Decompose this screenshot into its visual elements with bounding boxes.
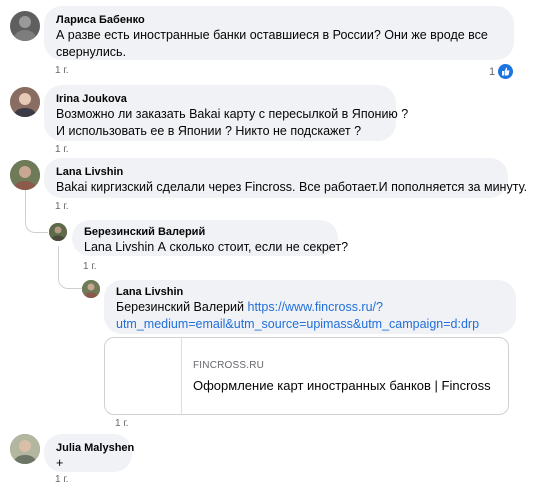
thread-line-lana bbox=[25, 190, 48, 233]
avatar-photo-icon bbox=[10, 160, 40, 190]
url-link[interactable]: https://www.fincross.ru/? bbox=[248, 300, 383, 314]
link-preview-card[interactable]: FINCROSS.RU Оформление карт иностранных … bbox=[104, 337, 509, 415]
comment-time[interactable]: 1 г. bbox=[83, 261, 97, 272]
reaction-count: 1 bbox=[489, 65, 496, 78]
comment-author[interactable]: Julia Malyshen bbox=[56, 441, 134, 455]
avatar[interactable] bbox=[10, 160, 40, 190]
comment-text: И использовать ее в Японии ? Никто не по… bbox=[56, 124, 362, 138]
comment-text: свернулись. bbox=[56, 45, 127, 59]
preview-title[interactable]: Оформление карт иностранных банков | Fin… bbox=[193, 378, 491, 393]
reaction-summary[interactable]: 1 bbox=[489, 64, 514, 79]
avatar-photo-icon bbox=[14, 16, 36, 41]
comment-text: Lana Livshin А сколько стоит, если не се… bbox=[84, 240, 349, 254]
avatar-photo-icon bbox=[82, 280, 100, 298]
comment-author[interactable]: Березинский Валерий bbox=[84, 225, 326, 239]
comment-bubble: Irina Joukova Возможно ли заказать Bakai… bbox=[44, 85, 409, 141]
avatar[interactable] bbox=[49, 223, 67, 241]
preview-divider bbox=[181, 338, 182, 414]
avatar[interactable] bbox=[10, 434, 40, 464]
avatar[interactable] bbox=[10, 11, 40, 41]
url-link[interactable]: utm_medium=email&utm_source=upimass&utm_… bbox=[116, 316, 504, 333]
comment-time[interactable]: 1 г. bbox=[115, 418, 129, 429]
avatar-photo-icon bbox=[10, 434, 40, 464]
comment-bubble: Lana Livshin Березинский Валерий https:/… bbox=[104, 280, 516, 334]
comment-time[interactable]: 1 г. bbox=[55, 474, 69, 485]
comment-bubble: Julia Malyshen + bbox=[44, 434, 134, 472]
comment-bubble: Лариса Бабенко А разве есть иностранные … bbox=[44, 6, 514, 60]
comment-bubble: Березинский Валерий Lana Livshin А сколь… bbox=[72, 220, 349, 256]
mention-link[interactable]: Березинский Валерий bbox=[116, 300, 244, 314]
comment-text: Возможно ли заказать Bakai карту с перес… bbox=[56, 107, 409, 121]
comment-text: Березинский Валерий https://www.fincross… bbox=[116, 299, 504, 316]
comment-text: + bbox=[56, 456, 64, 470]
avatar-photo-icon bbox=[49, 223, 67, 241]
comment-author[interactable]: Lana Livshin bbox=[116, 285, 504, 299]
comment-text: Bakai киргизский сделали через Fincross.… bbox=[56, 180, 528, 194]
comment-author[interactable]: Irina Joukova bbox=[56, 92, 384, 106]
avatar-photo-icon bbox=[10, 87, 40, 117]
comment-bubble: Lana Livshin Bakai киргизский сделали че… bbox=[44, 158, 528, 198]
avatar[interactable] bbox=[10, 87, 40, 117]
comment-time[interactable]: 1 г. bbox=[55, 144, 69, 155]
thumbs-up-icon bbox=[498, 64, 514, 79]
comment-author[interactable]: Лариса Бабенко bbox=[56, 13, 502, 27]
comment-author[interactable]: Lana Livshin bbox=[56, 165, 496, 179]
comment-time[interactable]: 1 г. bbox=[55, 201, 69, 212]
avatar[interactable] bbox=[82, 280, 100, 298]
comment-time[interactable]: 1 г. bbox=[55, 65, 69, 76]
comment-text: А разве есть иностранные банки оставшиес… bbox=[56, 28, 488, 42]
preview-domain: FINCROSS.RU bbox=[193, 360, 265, 371]
